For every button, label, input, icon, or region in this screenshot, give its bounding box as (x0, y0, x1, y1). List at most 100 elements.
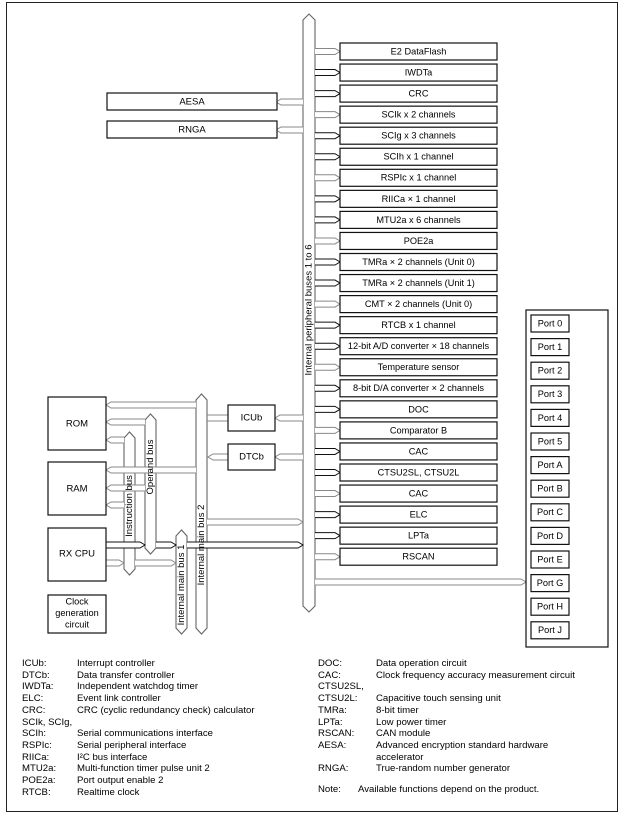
port-label: Port 1 (538, 342, 563, 352)
peripheral-arrow (315, 174, 341, 182)
legend-abbr: RNGA: (318, 763, 349, 775)
ram-label: RAM (66, 484, 87, 495)
rom-instruction-arrow (105, 436, 124, 444)
clock-label: circuit (65, 619, 89, 629)
legend-desc: Serial peripheral interface (77, 739, 187, 751)
legend-desc: Serial communications interface (77, 728, 213, 740)
legend-item: RTCB: Realtime clock (22, 787, 255, 799)
instruction-bus-label: Instruction bus (124, 475, 135, 537)
legend-desc: Port output enable 2 (77, 775, 164, 787)
peripheral-arrow (315, 553, 341, 561)
legend-desc: Clock frequency accuracy measurement cir… (376, 669, 575, 681)
legend-desc: CAN module (376, 728, 431, 740)
rnga-arrow (275, 126, 303, 134)
legend-abbr: RTCB: (22, 786, 51, 798)
peripheral-label: MTU2a x 6 channels (376, 215, 461, 225)
operand-bus-label: Operand bus (145, 439, 156, 494)
peripheral-arrow (315, 469, 341, 476)
legend-item: TMRa: 8-bit timer (318, 705, 575, 717)
legend-abbr: CTSU2SL, (318, 681, 364, 693)
peripheral-label: LPTa (408, 531, 430, 541)
peripheral-label: RIICa × 1 channel (382, 194, 456, 204)
peripheral-arrow (315, 426, 341, 434)
legend-desc: Capacitive touch sensing unit (376, 693, 501, 705)
dtcb-label: DTCb (239, 452, 264, 463)
clock-label: generation (55, 608, 98, 618)
peripheral-arrow (315, 132, 341, 140)
legend-desc (376, 681, 575, 693)
dtcb-to-main2-arrow (207, 453, 228, 461)
clock-label: Clock (66, 596, 89, 606)
port-label: Port 0 (538, 318, 563, 328)
legend-item: DTCb: Data transfer controller (22, 670, 255, 682)
dtcb-arrow (274, 453, 303, 461)
peripheral-label: CRC (409, 89, 429, 99)
legend-desc: Realtime clock (77, 786, 140, 798)
legend-abbr: RSCAN: (318, 728, 355, 740)
legend-desc: Data transfer controller (77, 669, 175, 681)
legend-item: IWDTa: Independent watchdog timer (22, 681, 255, 693)
peripheral-label: Temperature sensor (378, 362, 460, 372)
legend-desc: Independent watchdog timer (77, 681, 199, 693)
peripheral-arrow (315, 90, 341, 98)
legend-abbr: RSPIc: (22, 739, 52, 751)
peripheral-arrow (315, 48, 341, 55)
peripheral-arrow (315, 532, 341, 540)
peripheral-arrow (315, 511, 341, 519)
legend-item: SCIh: Serial communications interface (22, 728, 255, 740)
legend-desc: Data operation circuit (376, 658, 467, 669)
peripheral-arrow (315, 321, 341, 329)
peripheral-label: SCIh x 1 channel (384, 152, 454, 162)
peripheral-arrow (315, 300, 341, 308)
legend-desc: Interrupt controller (77, 658, 155, 669)
peripheral-arrow (315, 447, 341, 455)
legend-desc: Advanced encryption standard hardware (376, 739, 549, 751)
legend-abbr: SCIh: (22, 728, 46, 740)
port-label: Port 4 (538, 413, 563, 423)
legend-desc: Event link controller (77, 693, 161, 705)
port-label: Port 5 (538, 436, 563, 446)
operand-main1-arrow (156, 541, 177, 549)
legend-item: accelerator (318, 752, 575, 764)
instruction-main1-arrow (135, 559, 177, 567)
peripheral-arrow (315, 342, 341, 350)
port-group (525, 309, 609, 648)
legend-item: CTSU2SL, (318, 681, 575, 693)
legend-desc (77, 717, 255, 729)
rnga-label: RNGA (178, 125, 206, 136)
peripheral-arrow (315, 195, 341, 203)
peripheral-label: SCIk x 2 channels (381, 110, 455, 120)
aesa-arrow (275, 98, 303, 106)
peripheral-bus-label: Internal peripheral buses 1 to 6 (304, 245, 315, 376)
legend-item: CRC: CRC (cyclic redundancy check) calcul… (22, 705, 255, 717)
legend-right: DOC: Data operation circuit CAC: Clock freq… (318, 658, 575, 775)
port-label: Port H (537, 602, 563, 612)
legend-item: RIICa: I²C bus interface (22, 752, 255, 764)
peripheral-label: Comparator B (390, 425, 447, 435)
legend-abbr: RIICa: (22, 751, 50, 763)
peripheral-label: TMRa × 2 channels (Unit 0) (362, 257, 475, 267)
peripheral-label: 12-bit A/D converter × 18 channels (348, 341, 490, 351)
legend-abbr: SCIk, SCIg, (22, 716, 73, 728)
legend-abbr: LPTa: (318, 716, 343, 728)
peripheral-arrow (315, 490, 341, 498)
note-label: Note: (318, 784, 341, 795)
peripheral-arrow (315, 363, 341, 371)
legend-item: LPTa: Low power timer (318, 717, 575, 729)
peripheral-label: IWDTa (405, 67, 433, 77)
port-label: Port A (537, 460, 563, 470)
peripheral-arrow (315, 384, 341, 392)
legend-desc: Multi-function timer pulse unit 2 (77, 763, 210, 775)
port-label: Port 3 (538, 389, 563, 399)
icub-arrow (274, 414, 303, 422)
peripheral-arrow (315, 279, 341, 287)
legend-item: RSPIc: Serial peripheral interface (22, 740, 255, 752)
rom-label: ROM (66, 419, 88, 430)
legend-item: DOC: Data operation circuit (318, 658, 575, 670)
block-diagram: Internal peripheral buses 1 to 6 E2 DataF… (47, 13, 609, 648)
peripheral-label: RTCB x 1 channel (381, 320, 455, 330)
main-bus-1-label: Internal main bus 1 (176, 545, 187, 626)
legend-item: POE2a: Port output enable 2 (22, 775, 255, 787)
peripheral-to-ports-arrow (315, 578, 527, 586)
peripheral-label: SCIg x 3 channels (381, 131, 456, 141)
